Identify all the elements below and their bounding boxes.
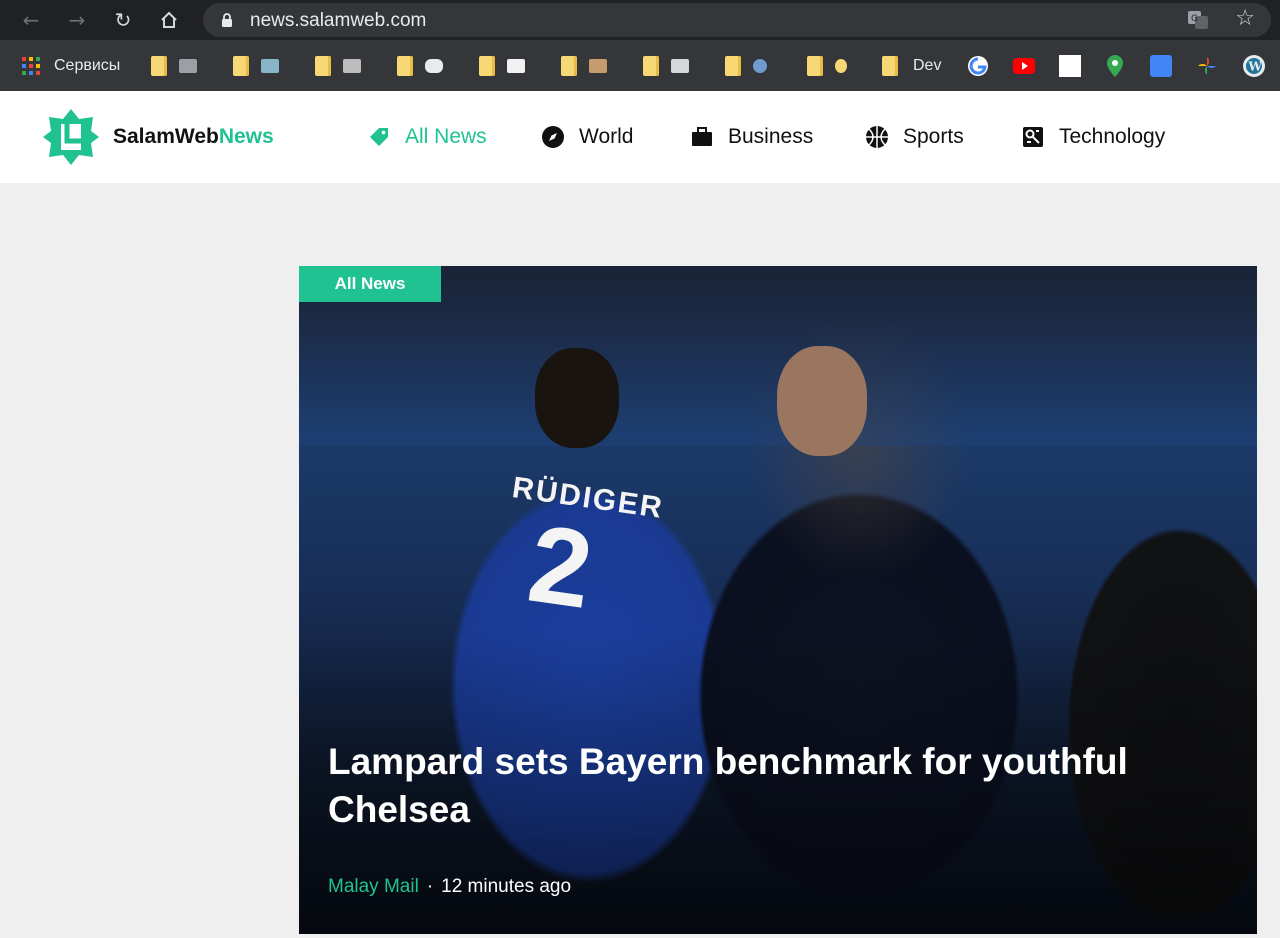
bookmark-folder-dev[interactable]: Dev <box>882 40 941 91</box>
address-bar[interactable]: news.salamweb.com G ☆ <box>203 3 1271 37</box>
folder-icon <box>397 55 413 76</box>
bookmark-folder[interactable] <box>807 40 847 91</box>
nav-all-news[interactable]: All News <box>367 121 487 153</box>
article-headline[interactable]: Lampard sets Bayern benchmark for youthf… <box>328 738 1188 834</box>
salamweb-logo-icon[interactable] <box>43 109 99 165</box>
nav-label: Sports <box>903 125 964 148</box>
back-icon[interactable]: ← <box>17 6 45 34</box>
jersey-number: 2 <box>521 501 600 633</box>
dev-label: Dev <box>913 56 942 74</box>
stadium-crowd-background <box>299 306 1257 446</box>
bookmark-folder[interactable] <box>151 40 197 91</box>
coach-head <box>777 346 867 456</box>
bookmarks-bar: Сервисы Dev W <box>0 40 1280 91</box>
nav-label: Technology <box>1059 125 1166 148</box>
reload-icon[interactable]: ↻ <box>109 6 137 34</box>
box-icon <box>589 58 607 73</box>
youtube-bookmark[interactable] <box>1013 40 1035 91</box>
apps-shortcut[interactable]: Сервисы <box>22 40 120 91</box>
window-icon <box>261 58 279 73</box>
folder-icon <box>233 55 249 76</box>
folder-icon <box>725 55 741 76</box>
google-icon <box>968 55 988 76</box>
wordpress-icon: W <box>1243 54 1265 77</box>
technology-icon <box>1021 125 1045 149</box>
folder-icon <box>151 55 167 76</box>
svg-text:G: G <box>1191 14 1198 24</box>
bulb-icon <box>835 58 847 73</box>
maps-bookmark[interactable] <box>1106 40 1124 91</box>
translate-icon[interactable]: G <box>1187 9 1209 31</box>
magnifier-icon <box>753 58 767 73</box>
apps-grid-icon <box>22 56 40 75</box>
photos-bookmark[interactable] <box>1196 40 1218 91</box>
forward-icon[interactable]: → <box>63 6 91 34</box>
folder-icon <box>807 55 823 76</box>
nav-technology[interactable]: Technology <box>1021 121 1165 153</box>
mail-icon <box>507 58 525 73</box>
article-time: 12 minutes ago <box>441 876 572 897</box>
bookmark-folder[interactable] <box>479 40 525 91</box>
category-tag[interactable]: All News <box>299 266 441 302</box>
tv-icon <box>343 58 361 73</box>
brand-main: SalamWeb <box>113 125 219 148</box>
lock-icon <box>222 13 232 27</box>
bookmark-folder[interactable] <box>397 40 443 91</box>
nav-world[interactable]: World <box>541 121 633 153</box>
folder-icon <box>315 55 331 76</box>
translate-bookmark[interactable] <box>1150 40 1172 91</box>
wordpress-bookmark[interactable]: W <box>1242 40 1266 91</box>
bookmark-star-icon[interactable]: ☆ <box>1235 6 1255 31</box>
folder-icon <box>561 55 577 76</box>
cart-icon <box>671 58 689 73</box>
youtube-icon <box>1013 57 1035 74</box>
bookmark-folder[interactable] <box>725 40 767 91</box>
site-bookmark[interactable] <box>1059 40 1081 91</box>
article-meta: Malay Mail · 12 minutes ago <box>328 876 571 898</box>
folder-icon <box>643 55 659 76</box>
site-logo-icon <box>1059 54 1081 77</box>
compass-icon <box>541 125 565 149</box>
bookmark-folder[interactable] <box>315 40 361 91</box>
chat-icon <box>425 58 443 73</box>
photos-pinwheel-icon <box>1198 56 1216 75</box>
jersey-print: RÜDIGER 2 <box>495 471 665 635</box>
nav-label: All News <box>405 125 487 148</box>
site-header: SalamWebNews All News World Business Spo… <box>0 91 1280 183</box>
bookmark-folder[interactable] <box>643 40 689 91</box>
basketball-icon <box>865 125 889 149</box>
tag-icon <box>367 125 391 149</box>
bookmark-folder[interactable] <box>561 40 607 91</box>
player-head <box>535 348 619 448</box>
url-text: news.salamweb.com <box>250 10 427 31</box>
maps-pin-icon <box>1107 54 1123 77</box>
svg-text:W: W <box>1248 59 1263 73</box>
google-translate-icon <box>1150 54 1172 77</box>
browser-toolbar: ← → ↻ news.salamweb.com G ☆ <box>0 0 1280 40</box>
bookmark-folder[interactable] <box>233 40 279 91</box>
google-bookmark[interactable] <box>967 40 989 91</box>
brand-name[interactable]: SalamWebNews <box>113 125 274 149</box>
home-icon[interactable] <box>155 6 183 34</box>
nav-business[interactable]: Business <box>690 121 813 153</box>
nav-label: Business <box>728 125 814 148</box>
article-source[interactable]: Malay Mail <box>328 876 419 898</box>
featured-article-card[interactable]: RÜDIGER 2 All News Lampard sets Bayern b… <box>299 266 1257 934</box>
folder-icon <box>882 55 898 76</box>
brand-accent: News <box>218 125 274 148</box>
nav-sports[interactable]: Sports <box>865 121 964 153</box>
folder-icon <box>479 55 495 76</box>
nav-label: World <box>579 125 634 148</box>
monitor-icon <box>179 58 197 73</box>
apps-label: Сервисы <box>54 56 121 74</box>
meta-separator: · <box>426 876 434 897</box>
briefcase-icon <box>690 125 714 149</box>
